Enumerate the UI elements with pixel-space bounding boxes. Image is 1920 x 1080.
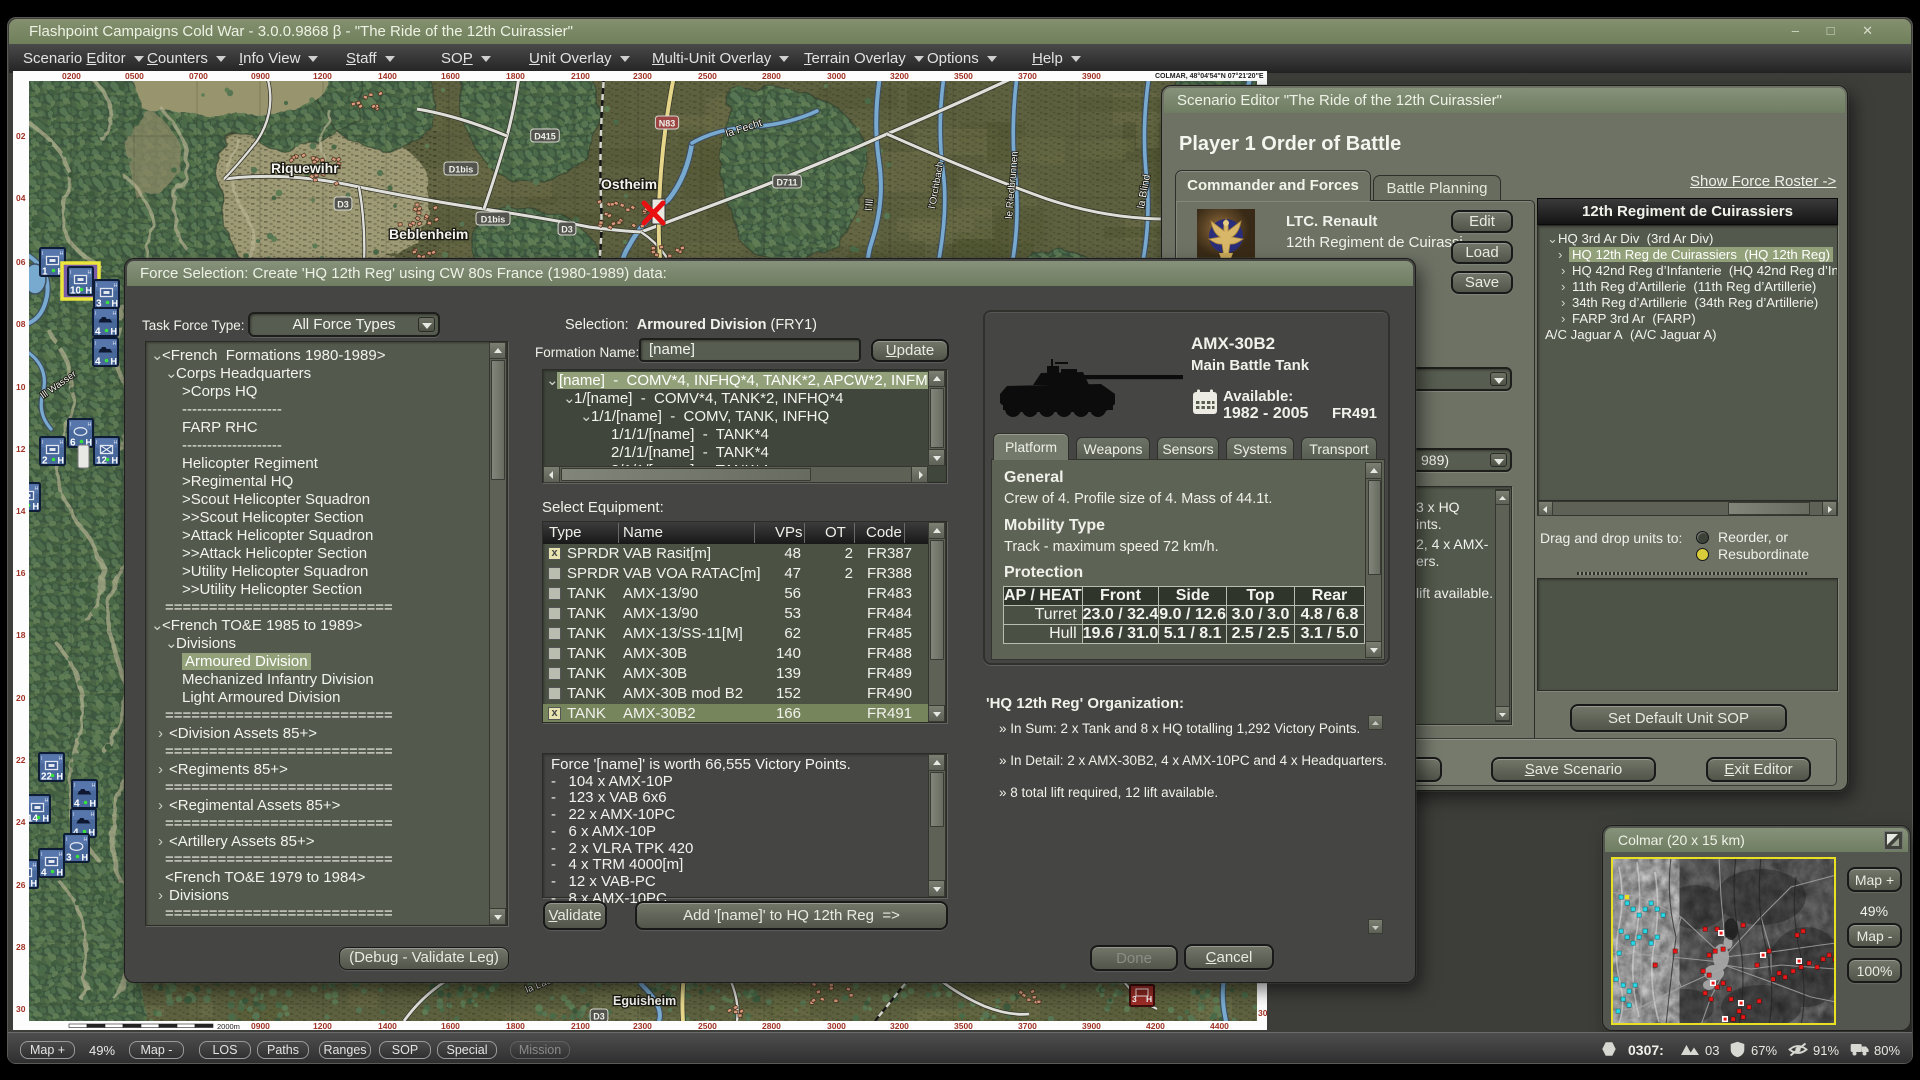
svg-text:4: 4 (95, 327, 101, 338)
svg-text:H: H (88, 422, 92, 428)
svg-text:H: H (84, 837, 88, 843)
svg-text:H: H (112, 456, 119, 466)
svg-text:6: 6 (70, 438, 76, 449)
svg-text:H: H (113, 341, 117, 347)
svg-text:H: H (60, 440, 64, 446)
svg-text:Beblenheim: Beblenheim (389, 226, 468, 242)
svg-text:N83: N83 (659, 119, 676, 129)
svg-text:2: 2 (42, 456, 48, 467)
svg-text:H: H (60, 251, 64, 257)
svg-text:H: H (90, 799, 97, 809)
svg-text:D1bis: D1bis (449, 165, 474, 175)
svg-text:H: H (111, 327, 118, 337)
svg-text:14: 14 (29, 814, 39, 825)
svg-text:D415: D415 (534, 132, 556, 142)
svg-text:D1bis: D1bis (481, 215, 506, 225)
svg-text:3: 3 (1132, 994, 1137, 1004)
svg-text:4: 4 (74, 799, 80, 810)
svg-text:Ostheim: Ostheim (601, 176, 657, 192)
svg-text:H: H (111, 357, 118, 367)
svg-text:H: H (57, 772, 64, 782)
svg-text:l'Ill: l'Ill (863, 198, 876, 211)
svg-text:D3: D3 (337, 200, 349, 210)
svg-text:H: H (35, 486, 39, 492)
svg-text:1: 1 (42, 267, 48, 278)
svg-text:H: H (88, 270, 92, 276)
svg-text:H: H (114, 283, 118, 289)
svg-text:D3: D3 (561, 225, 573, 235)
svg-text:H: H (59, 852, 63, 858)
svg-text:Riquewihr: Riquewihr (271, 160, 339, 176)
svg-text:H: H (92, 783, 96, 789)
svg-text:2000m: 2000m (217, 1022, 240, 1030)
svg-text:D3: D3 (593, 1012, 605, 1022)
svg-text:H: H (59, 756, 63, 762)
svg-text:H: H (33, 863, 37, 869)
svg-text:22: 22 (41, 772, 53, 783)
svg-text:H: H (114, 440, 118, 446)
svg-text:10: 10 (70, 286, 82, 297)
svg-text:H: H (31, 879, 38, 889)
svg-text:D711: D711 (776, 178, 797, 188)
svg-text:H: H (82, 853, 89, 863)
svg-text:12: 12 (96, 456, 108, 467)
svg-text:H: H (58, 456, 65, 466)
svg-text:3: 3 (66, 853, 72, 864)
svg-text:H: H (1146, 994, 1152, 1004)
svg-text:H: H (91, 812, 95, 818)
svg-text:H: H (43, 814, 50, 824)
svg-text:H: H (86, 286, 93, 296)
svg-text:4: 4 (41, 868, 47, 879)
svg-text:Eguisheim: Eguisheim (613, 994, 676, 1008)
svg-text:H: H (57, 868, 64, 878)
svg-text:H: H (45, 798, 49, 804)
svg-text:4: 4 (95, 357, 101, 368)
svg-text:H: H (33, 502, 40, 512)
svg-text:H: H (113, 311, 117, 317)
